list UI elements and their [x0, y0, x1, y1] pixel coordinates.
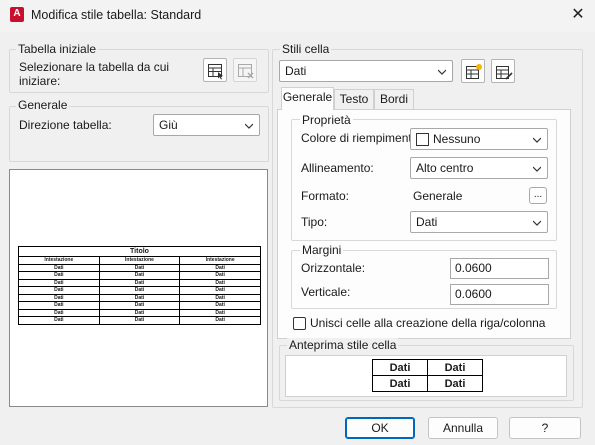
close-icon[interactable]: ✕ — [565, 4, 591, 26]
preview-data-cell: Dati — [98, 286, 181, 295]
ok-button[interactable]: OK — [345, 417, 415, 439]
alignment-select[interactable]: Alto centro — [410, 157, 548, 179]
cell-preview-group-title: Anteprima stile cella — [287, 338, 399, 352]
cell-preview-cell: Dati — [427, 375, 483, 392]
preview-data-cell: Dati — [18, 308, 100, 317]
window-title: Modifica stile tabella: Standard — [31, 8, 202, 22]
manage-cell-styles-icon — [496, 66, 513, 80]
preview-data-cell: Dati — [98, 271, 181, 280]
cell-styles-group-title: Stili cella — [280, 42, 332, 56]
new-cell-style-button[interactable] — [461, 59, 485, 83]
preview-data-cell: Dati — [98, 293, 181, 302]
color-swatch — [416, 133, 429, 146]
preview-data-cell: Dati — [179, 278, 261, 287]
new-cell-style-icon — [466, 64, 482, 79]
cancel-button[interactable]: Annulla — [428, 417, 498, 439]
preview-data-cell: Dati — [179, 316, 261, 325]
preview-header-cell: Intestazione — [179, 256, 261, 265]
select-table-button[interactable] — [203, 58, 227, 82]
type-select[interactable]: Dati — [410, 211, 548, 233]
tab-bordi[interactable]: Bordi — [374, 89, 414, 109]
preview-data-cell: Dati — [179, 301, 261, 310]
preview-header-cell: Intestazione — [98, 256, 181, 265]
preview-title-cell: Titolo — [18, 246, 261, 257]
horizontal-margin-label: Orizzontale: — [301, 261, 366, 275]
vertical-margin-input[interactable]: 0.0600 — [450, 284, 549, 305]
tab-testo[interactable]: Testo — [334, 89, 374, 109]
preview-table: Titolo Intestazione Intestazione Intesta… — [18, 246, 261, 325]
preview-data-cell: Dati — [18, 286, 100, 295]
cell-style-value: Dati — [285, 64, 307, 78]
margins-group-title: Margini — [300, 243, 344, 257]
merge-cells-checkbox[interactable] — [293, 317, 306, 330]
fill-color-value: Nessuno — [433, 132, 481, 146]
alignment-value: Alto centro — [416, 161, 474, 175]
preview-data-cell: Dati — [18, 263, 100, 272]
cell-preview-cell: Dati — [372, 375, 428, 392]
cell-preview-table: Dati Dati Dati Dati — [372, 359, 483, 392]
preview-data-cell: Dati — [18, 293, 100, 302]
fill-color-select[interactable]: Nessuno — [410, 128, 548, 150]
cell-style-select[interactable]: Dati — [279, 60, 453, 82]
table-direction-value: Giù — [159, 118, 178, 132]
chevron-down-icon — [533, 166, 541, 172]
preview-data-cell: Dati — [179, 263, 261, 272]
table-direction-select[interactable]: Giù — [153, 114, 260, 136]
initial-table-group-title: Tabella iniziale — [16, 42, 99, 56]
preview-data-cell: Dati — [179, 293, 261, 302]
type-label: Tipo: — [301, 215, 328, 229]
fill-color-label: Colore di riempimento: — [301, 131, 422, 145]
delete-table-button[interactable] — [233, 58, 257, 82]
preview-data-cell: Dati — [18, 278, 100, 287]
vertical-margin-label: Verticale: — [301, 285, 351, 299]
merge-cells-label[interactable]: Unisci celle alla creazione della riga/c… — [310, 316, 545, 330]
preview-data-cell: Dati — [98, 278, 181, 287]
manage-cell-styles-button[interactable] — [491, 59, 515, 83]
properties-group-title: Proprietà — [300, 113, 353, 127]
preview-data-cell: Dati — [179, 308, 261, 317]
preview-header-cell: Intestazione — [18, 256, 100, 265]
type-value: Dati — [416, 215, 438, 229]
select-table-icon — [208, 64, 223, 80]
cell-preview-cell: Dati — [372, 359, 428, 376]
chevron-down-icon — [533, 137, 541, 143]
format-label: Formato: — [301, 189, 350, 203]
chevron-down-icon — [438, 69, 446, 75]
cell-style-preview: Dati Dati Dati Dati — [285, 355, 567, 397]
cell-preview-cell: Dati — [427, 359, 483, 376]
preview-data-cell: Dati — [179, 286, 261, 295]
preview-data-cell: Dati — [98, 308, 181, 317]
preview-data-cell: Dati — [18, 271, 100, 280]
preview-data-cell: Dati — [18, 301, 100, 310]
preview-data-cell: Dati — [98, 263, 181, 272]
preview-data-cell: Dati — [98, 316, 181, 325]
preview-data-cell: Dati — [18, 316, 100, 325]
tab-generale[interactable]: Generale — [281, 87, 334, 110]
initial-table-prompt: Selezionare la tabella da cui iniziare: — [19, 60, 170, 88]
table-direction-label: Direzione tabella: — [19, 118, 112, 132]
remove-table-icon — [238, 64, 254, 79]
autocad-app-icon: A — [10, 7, 24, 22]
preview-data-cell: Dati — [179, 271, 261, 280]
table-preview: Titolo Intestazione Intestazione Intesta… — [9, 169, 268, 407]
horizontal-margin-input[interactable]: 0.0600 — [450, 258, 549, 279]
format-browse-button[interactable]: ... — [529, 187, 547, 204]
help-button[interactable]: ? — [509, 417, 581, 439]
alignment-label: Allineamento: — [301, 161, 374, 175]
general-group-title: Generale — [16, 98, 70, 112]
format-value: Generale — [413, 189, 463, 203]
chevron-down-icon — [245, 123, 253, 129]
chevron-down-icon — [533, 220, 541, 226]
preview-data-cell: Dati — [98, 301, 181, 310]
